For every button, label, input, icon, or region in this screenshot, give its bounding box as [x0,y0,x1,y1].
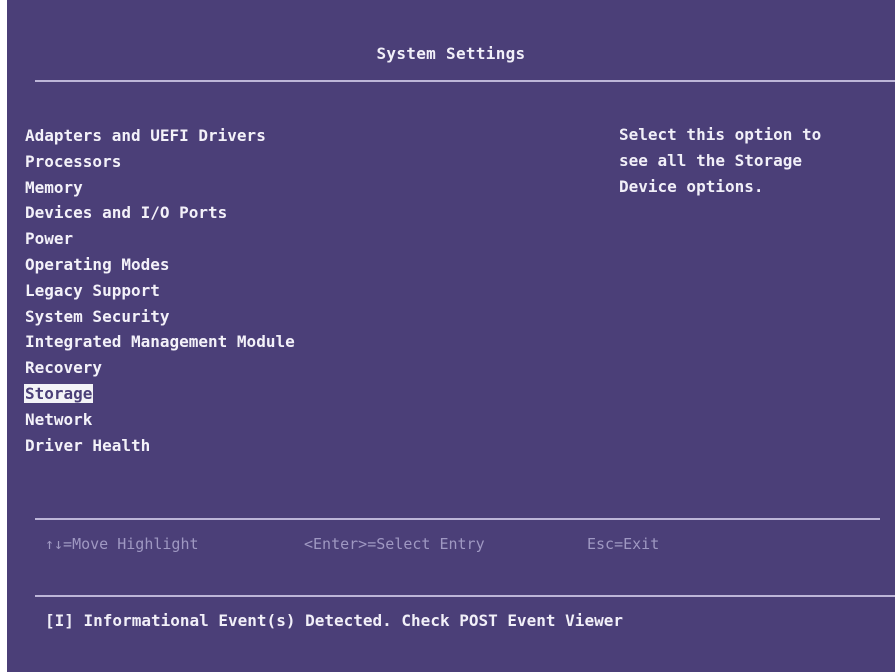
menu-item-processors[interactable]: Processors [24,149,504,175]
menu-item-legacy-support[interactable]: Legacy Support [24,278,504,304]
menu-item-network[interactable]: Network [24,407,504,433]
menu-item-label: Devices and I/O Ports [25,203,228,223]
page-title: System Settings [376,44,526,63]
menu-item-label: Operating Modes [25,254,170,274]
menu-item-label: Power [25,229,74,249]
key-legend: ↑↓=Move Highlight <Enter>=Select Entry E… [7,535,895,559]
menu-item-label: Legacy Support [25,280,160,300]
select-entry-hint: <Enter>=Select Entry [304,535,485,553]
menu-item-integrated-management-module[interactable]: Integrated Management Module [24,329,504,355]
footer-divider [35,518,880,520]
menu-item-label: Integrated Management Module [25,332,295,352]
menu-item-storage[interactable]: Storage [24,381,504,407]
status-divider [35,595,895,597]
menu-item-adapters-and-uefi-drivers[interactable]: Adapters and UEFI Drivers [24,123,504,149]
menu-item-devices-and-io-ports[interactable]: Devices and I/O Ports [24,200,504,226]
menu-item-label: Recovery [25,358,103,378]
menu-item-label: Driver Health [25,435,151,455]
menu-item-label: Adapters and UEFI Drivers [25,126,266,145]
title-divider [35,80,895,82]
bios-screen: System Settings Adapters and UEFI Driver… [7,0,895,672]
menu-item-label: Memory [25,177,83,197]
menu-item-label: Processors [25,151,122,171]
menu-item-label: Network [25,409,93,429]
menu-item-power[interactable]: Power [24,226,504,252]
status-message: [I] Informational Event(s) Detected. Che… [45,611,623,630]
help-text: Select this option to see all the Storag… [619,125,822,196]
move-highlight-hint: ↑↓=Move Highlight [45,535,199,553]
menu-item-operating-modes[interactable]: Operating Modes [24,252,504,278]
exit-hint: Esc=Exit [587,535,660,553]
menu-item-system-security[interactable]: System Security [24,304,504,330]
settings-menu: Adapters and UEFI Drivers Processors Mem… [24,123,504,458]
menu-item-label: System Security [25,306,170,326]
menu-item-driver-health[interactable]: Driver Health [24,433,504,459]
menu-item-recovery[interactable]: Recovery [24,355,504,381]
menu-item-label-selected: Storage [24,383,94,403]
menu-item-memory[interactable]: Memory [24,175,504,201]
